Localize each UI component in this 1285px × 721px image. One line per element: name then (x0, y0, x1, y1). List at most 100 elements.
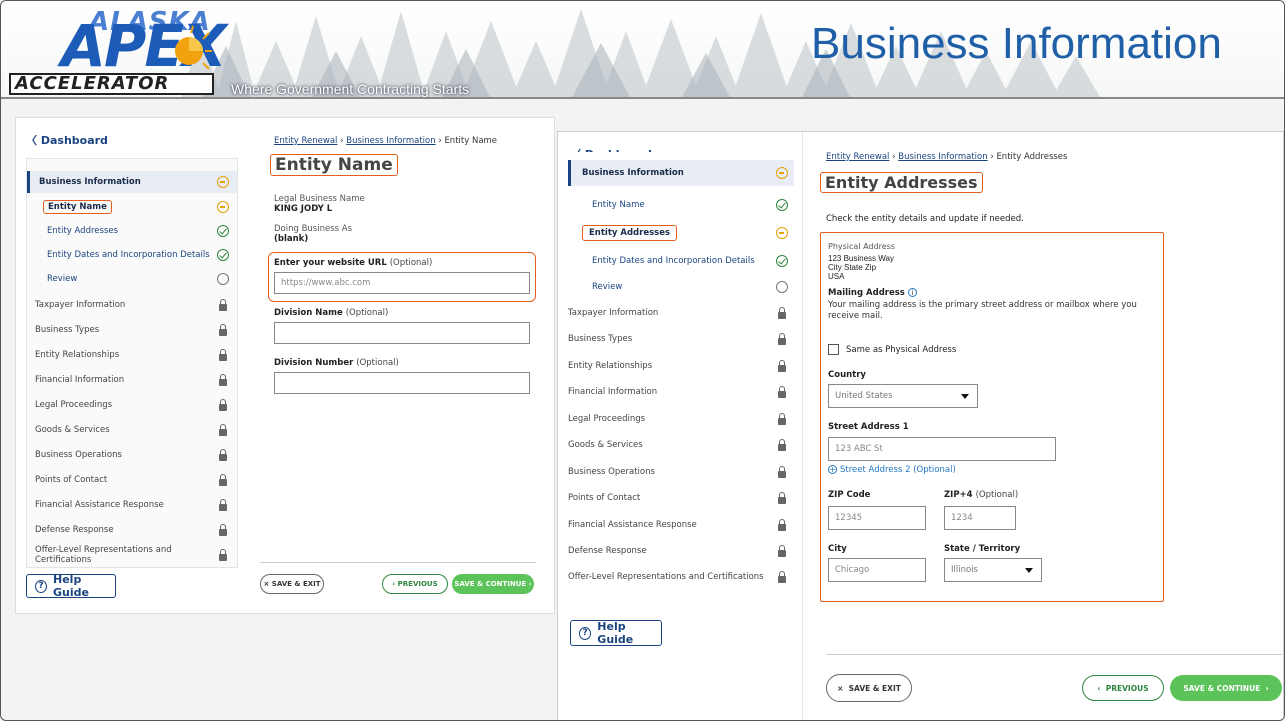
division-number-input[interactable] (274, 372, 530, 394)
country-label: Country (828, 370, 866, 380)
country-select[interactable]: United States (828, 384, 978, 408)
sidebar-item-entity-name[interactable]: Entity Name (568, 194, 794, 216)
sidebar-item-label: Financial Assistance Response (35, 500, 164, 510)
sidebar-item-financial-information[interactable]: Financial Information (568, 381, 794, 403)
sidebar-item-entity-addresses[interactable]: Entity Addresses (568, 222, 794, 244)
slide: ALASKA APEX ACCELERATOR Where Government… (0, 0, 1285, 721)
lock-icon (778, 544, 786, 557)
legal-name-label: Legal Business Name (274, 194, 365, 204)
breadcrumb-business-information[interactable]: Business Information (346, 136, 435, 146)
sidebar-item-label: Defense Response (35, 525, 114, 535)
sidebar-item-label: Entity Name (592, 200, 645, 210)
breadcrumb-business-information[interactable]: Business Information (898, 152, 987, 162)
sidebar-group-label: Business Information (582, 168, 684, 178)
sidebar-item-points-of-contact[interactable]: Points of Contact (27, 470, 237, 490)
sidebar-item-entity-name[interactable]: Entity Name (27, 197, 237, 217)
sidebar-item-financial-assistance[interactable]: Financial Assistance Response (568, 514, 794, 536)
sidebar-item-financial-information[interactable]: Financial Information (27, 370, 237, 390)
sidebar-item-goods-services[interactable]: Goods & Services (27, 420, 237, 440)
zip-code-input[interactable]: 12345 (828, 506, 926, 530)
sidebar-item-entity-addresses[interactable]: Entity Addresses (27, 221, 237, 241)
sidebar-group-business-information[interactable]: Business Information (568, 160, 794, 186)
sidebar-item-label: Legal Proceedings (568, 414, 646, 424)
previous-button[interactable]: ‹ PREVIOUS (382, 574, 448, 594)
sidebar-item-label: Financial Assistance Response (568, 520, 697, 530)
save-exit-button[interactable]: × SAVE & EXIT (260, 574, 324, 594)
breadcrumb-entity-renewal[interactable]: Entity Renewal (826, 152, 889, 162)
optional-tag: (Optional) (389, 258, 433, 268)
sidebar-item-entity-dates[interactable]: Entity Dates and Incorporation Details (568, 250, 794, 272)
physical-address-line-1: 123 Business Way (828, 254, 894, 263)
zip-code-label: ZIP Code (828, 490, 871, 500)
info-icon[interactable]: i (907, 288, 917, 297)
sidebar-item-entity-relationships[interactable]: Entity Relationships (27, 345, 237, 365)
entity-name-screenshot: 〈 Dashboard Business Information Entity … (15, 117, 555, 614)
street-address-input[interactable]: 123 ABC St (828, 437, 1056, 461)
sidebar-item-business-operations[interactable]: Business Operations (568, 461, 794, 483)
breadcrumb-separator: › (990, 152, 994, 162)
physical-address-line-3: USA (828, 272, 845, 281)
lock-icon (219, 373, 227, 386)
save-continue-label: SAVE & CONTINUE (1183, 683, 1261, 693)
state-value: Illinois (951, 565, 978, 575)
breadcrumb-entity-renewal[interactable]: Entity Renewal (274, 136, 337, 146)
same-as-physical-checkbox[interactable] (828, 344, 839, 355)
help-guide-button[interactable]: ? Help Guide (26, 573, 116, 599)
sidebar-item-business-types[interactable]: Business Types (568, 328, 794, 350)
sidebar-item-defense-response[interactable]: Defense Response (27, 520, 237, 540)
website-url-input[interactable]: https://www.abc.com (274, 272, 530, 294)
dashboard-link[interactable]: 〈 Dashboard (26, 132, 108, 148)
save-exit-button[interactable]: × SAVE & EXIT (826, 674, 912, 702)
lock-icon (219, 498, 227, 511)
sidebar-item-label: Entity Relationships (35, 350, 120, 360)
help-guide-button[interactable]: ? Help Guide (570, 620, 662, 646)
sidebar-item-review[interactable]: Review (568, 276, 794, 298)
sidebar-item-label: Legal Proceedings (35, 400, 113, 410)
previous-button[interactable]: ‹ PREVIOUS (1082, 675, 1164, 701)
tagline: Where Government Contracting Starts (231, 81, 470, 97)
sidebar-item-business-types[interactable]: Business Types (27, 320, 237, 340)
sidebar-item-entity-relationships[interactable]: Entity Relationships (568, 355, 794, 377)
dba-value: (blank) (274, 234, 309, 244)
sidebar-item-label: Goods & Services (35, 425, 110, 435)
save-continue-button[interactable]: SAVE & CONTINUE › (452, 574, 534, 594)
street-address-2-link[interactable]: + Street Address 2 (Optional) (828, 465, 956, 475)
division-name-label-text: Division Name (274, 308, 343, 318)
sidebar: Business Information Entity Name Entity … (568, 152, 794, 612)
sidebar-item-taxpayer[interactable]: Taxpayer Information (568, 302, 794, 324)
page-title: Business Information (811, 19, 1222, 68)
lock-icon (778, 438, 786, 451)
sidebar-item-points-of-contact[interactable]: Points of Contact (568, 487, 794, 509)
sidebar-item-legal-proceedings[interactable]: Legal Proceedings (568, 408, 794, 430)
optional-tag: (Optional) (975, 490, 1019, 500)
check-circle-icon (776, 199, 788, 211)
sidebar-item-review[interactable]: Review (27, 269, 237, 289)
zip4-input[interactable]: 1234 (944, 506, 1016, 530)
empty-circle-icon (776, 281, 788, 293)
sidebar-item-financial-assistance[interactable]: Financial Assistance Response (27, 495, 237, 515)
sidebar-item-label: Offer-Level Representations and Certific… (568, 572, 764, 582)
help-guide-label: Help Guide (53, 573, 89, 599)
state-select[interactable]: Illinois (944, 558, 1042, 582)
zip4-label-text: ZIP+4 (944, 490, 973, 500)
in-progress-icon (217, 201, 229, 213)
same-as-physical-label: Same as Physical Address (846, 345, 957, 355)
slide-header: ALASKA APEX ACCELERATOR Where Government… (1, 1, 1284, 99)
sidebar-group-business-information[interactable]: Business Information (27, 171, 237, 193)
sidebar-item-business-operations[interactable]: Business Operations (27, 445, 237, 465)
save-continue-button[interactable]: SAVE & CONTINUE › (1170, 675, 1282, 701)
sidebar-item-label: Business Types (35, 325, 100, 335)
sidebar-item-entity-dates[interactable]: Entity Dates and Incorporation Details (27, 245, 237, 265)
lock-icon (219, 448, 227, 461)
close-icon: × (263, 580, 272, 588)
sidebar-item-taxpayer[interactable]: Taxpayer Information (27, 295, 237, 315)
sidebar-item-offer-level-reps[interactable]: Offer-Level Representations and Certific… (27, 545, 237, 565)
sidebar-item-goods-services[interactable]: Goods & Services (568, 434, 794, 456)
division-name-input[interactable] (274, 322, 530, 344)
sidebar-item-legal-proceedings[interactable]: Legal Proceedings (27, 395, 237, 415)
city-input[interactable]: Chicago (828, 558, 926, 582)
sidebar-item-offer-level-reps[interactable]: Offer-Level Representations and Certific… (568, 566, 794, 588)
sidebar-item-defense-response[interactable]: Defense Response (568, 540, 794, 562)
breadcrumb-current: Entity Addresses (996, 152, 1068, 162)
division-number-label: Division Number (Optional) (274, 358, 399, 368)
